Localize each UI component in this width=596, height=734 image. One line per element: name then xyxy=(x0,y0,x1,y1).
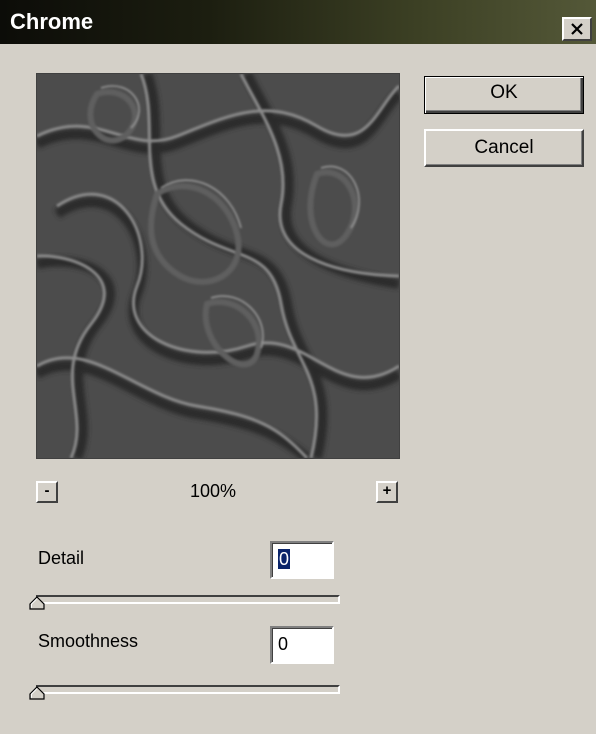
chrome-texture-preview xyxy=(37,74,399,458)
close-icon xyxy=(571,23,583,35)
zoom-level: 100% xyxy=(190,481,237,501)
smoothness-slider-track[interactable] xyxy=(36,685,340,694)
smoothness-slider-thumb-icon[interactable] xyxy=(29,686,45,700)
ok-button[interactable]: OK xyxy=(424,76,584,114)
cancel-button[interactable]: Cancel xyxy=(424,129,584,167)
detail-slider-track[interactable] xyxy=(36,595,340,604)
smoothness-label: Smoothness xyxy=(38,631,139,651)
close-button[interactable] xyxy=(562,17,592,41)
title-bar[interactable]: Chrome xyxy=(0,0,596,44)
filter-preview[interactable] xyxy=(36,73,400,459)
window-title: Chrome xyxy=(10,9,94,34)
smoothness-field[interactable]: 0 xyxy=(270,626,334,664)
detail-value: 0 xyxy=(278,549,291,569)
detail-field[interactable]: 0 xyxy=(270,541,334,579)
zoom-out-button[interactable]: - xyxy=(36,481,58,503)
detail-slider-thumb-icon[interactable] xyxy=(29,596,45,610)
detail-label: Detail xyxy=(38,548,85,568)
smoothness-value: 0 xyxy=(278,634,289,654)
zoom-in-button[interactable]: + xyxy=(376,481,398,503)
chrome-filter-dialog: Chrome - 100% + OK Cancel Detail 0 Smoot… xyxy=(0,0,596,734)
